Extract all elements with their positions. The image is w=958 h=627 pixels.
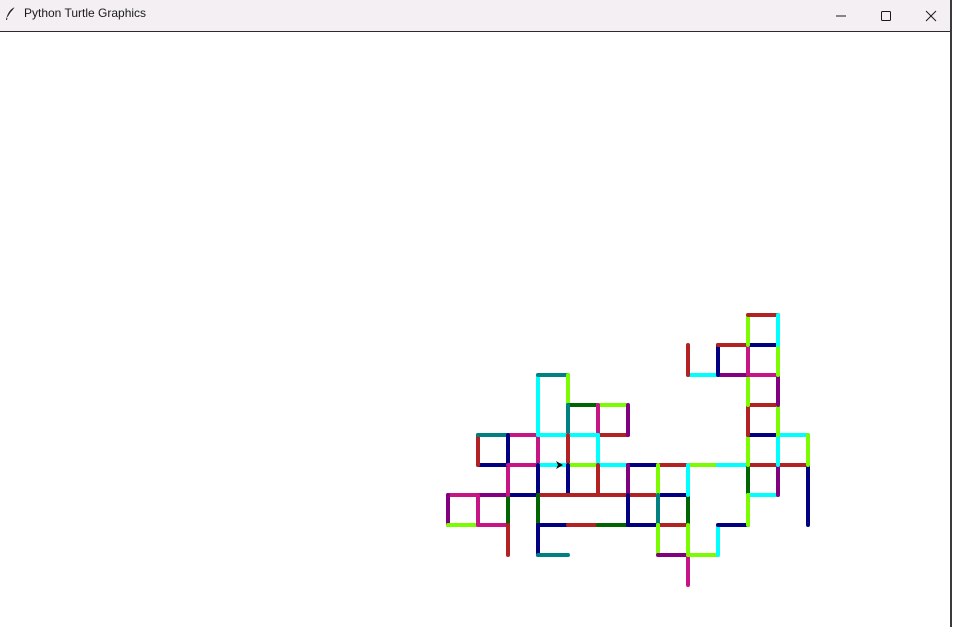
close-button[interactable]: [908, 0, 954, 31]
minimize-button[interactable]: [818, 0, 864, 31]
minimize-icon: [835, 10, 847, 22]
maximize-icon: [880, 10, 892, 22]
turtle-drawing: [446, 313, 810, 587]
maximize-button[interactable]: [863, 0, 909, 31]
window-title: Python Turtle Graphics: [24, 6, 147, 20]
feather-icon: [4, 6, 18, 22]
turtle-canvas[interactable]: [0, 33, 950, 627]
close-icon: [925, 10, 937, 22]
title-bar[interactable]: Python Turtle Graphics: [0, 0, 950, 32]
turtle-window: Python Turtle Graphics: [0, 0, 958, 627]
